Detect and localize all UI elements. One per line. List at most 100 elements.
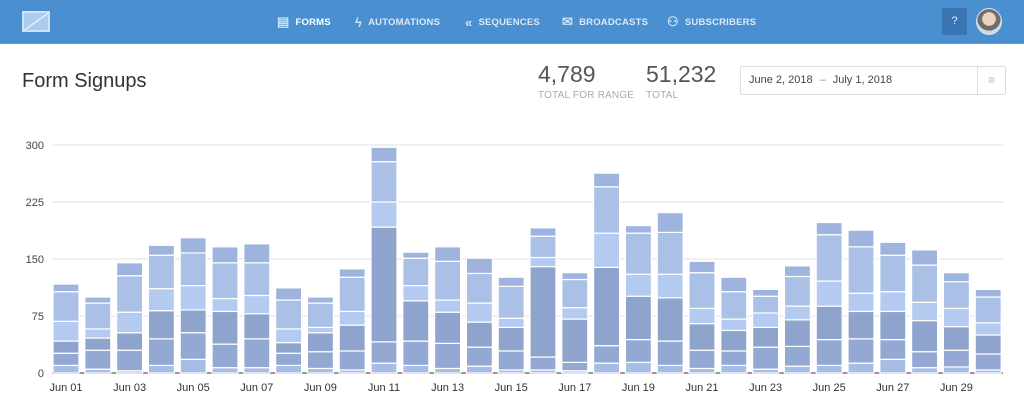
nav-broadcasts[interactable]: ✉ BROADCASTS [562,0,648,44]
bar-segment [179,332,207,360]
bar-segment [434,367,462,374]
bar-segment [974,322,1002,336]
bar-segment [974,288,1002,298]
bar-segment [879,241,907,256]
signups-chart: 0 75 150 225 300 Jun 01 Jun 03 Jun 05 Jun 07 Jun … [26,140,1003,394]
x-tick-label: Jun 17 [558,382,591,394]
bar-segment [84,349,112,370]
date-range-picker[interactable]: June 2, 2018– July 1, 2018 ≡ [740,66,1006,95]
bar-segment [815,338,843,366]
lightning-icon: ϟ [355,14,363,30]
bar-segment [52,291,80,322]
bar-segment [592,232,621,268]
bar-segment [974,353,1002,371]
bar-segment [338,350,366,371]
bar-segment [624,295,653,341]
bar-segment [529,266,557,358]
x-tick-label: Jun 09 [304,382,337,394]
bar-segment [656,273,684,299]
bar-segment [179,358,207,374]
bar-segment [338,268,366,278]
bar-segment [751,312,780,329]
help-button[interactable]: ? [942,8,967,35]
bar-segment [688,260,716,274]
stat-total: 51,232 TOTAL [646,61,717,101]
bar-segment [624,273,653,297]
stat-total-for-range: 4,789 TOTAL FOR RANGE [538,61,635,101]
bar-segment [243,338,271,369]
bar-segment [847,229,875,248]
bar-segment [624,232,653,275]
nav-forms[interactable]: ▤ FORMS [277,0,331,44]
bar-segment [656,297,684,342]
people-icon: ⚇ [667,14,679,29]
bar-segment [974,296,1002,324]
bar-segment [402,285,430,302]
nav-subscribers[interactable]: ⚇ SUBSCRIBERS [667,0,756,44]
nav-automations[interactable]: ϟ AUTOMATIONS [355,0,440,44]
bar-segment [465,272,493,304]
bar-segment [434,246,462,262]
bar-segment [115,275,144,313]
bar-segment [115,262,144,277]
lines-icon[interactable]: ≡ [977,67,1005,94]
bar-segment [783,275,812,307]
bar-segment [592,172,621,188]
bar-segment [115,349,144,372]
bar-segment [275,352,303,367]
bar-segment [720,364,748,374]
bar-segment [847,362,875,374]
bar-segment [815,234,843,282]
bar-segment [402,300,430,342]
bar-segment [815,221,843,236]
bar-segment [370,161,398,203]
y-tick-label: 0 [38,368,44,380]
x-tick-label: Jun 11 [368,382,400,394]
bar-segment [370,362,398,374]
bar-segment [942,272,971,283]
bar-segment [720,276,748,293]
bar-segment [529,356,557,371]
bar-segment [720,350,748,367]
bar-segment [592,266,621,347]
bar-segment [688,349,716,370]
bar-segment [561,361,589,372]
nav-sequences[interactable]: «SEQUENCES [465,0,540,44]
bar-segment [465,346,493,367]
bar-segment [561,307,589,320]
bar-segment [84,296,112,304]
x-tick-label: Jun 25 [813,382,846,394]
bar-segment [402,340,430,367]
bar-segment [847,246,875,294]
bar-segment [656,340,684,367]
bar-segment [847,310,875,340]
bar-segment [306,296,334,304]
bar-segment [592,362,621,374]
avatar[interactable] [976,8,1002,35]
bar-segment [751,346,780,370]
logo[interactable] [22,11,50,32]
bar-segment [402,251,430,259]
bar-segment [275,364,303,374]
bar-segment [370,341,398,364]
bar-segment [211,343,239,369]
bar-segment [910,264,939,303]
bar-segment [179,309,207,334]
bar-segment [434,260,462,301]
bar-segment [275,299,303,330]
x-tick-label: Jun 13 [431,382,464,394]
bar-segment [147,254,175,290]
bar-segment [720,318,748,332]
bar-segment [434,299,462,313]
envelope-icon: ✉ [562,14,574,29]
bar-segment [306,367,334,374]
x-tick-label: Jun 23 [749,382,782,394]
bar-segment [688,323,716,351]
bar-segment [338,324,366,352]
bar-segment [815,364,843,374]
bar-segment [720,329,748,352]
bar-segment [910,351,939,369]
bar-segment [84,302,112,330]
bar-segment [751,288,780,297]
bar-segment [783,265,812,278]
